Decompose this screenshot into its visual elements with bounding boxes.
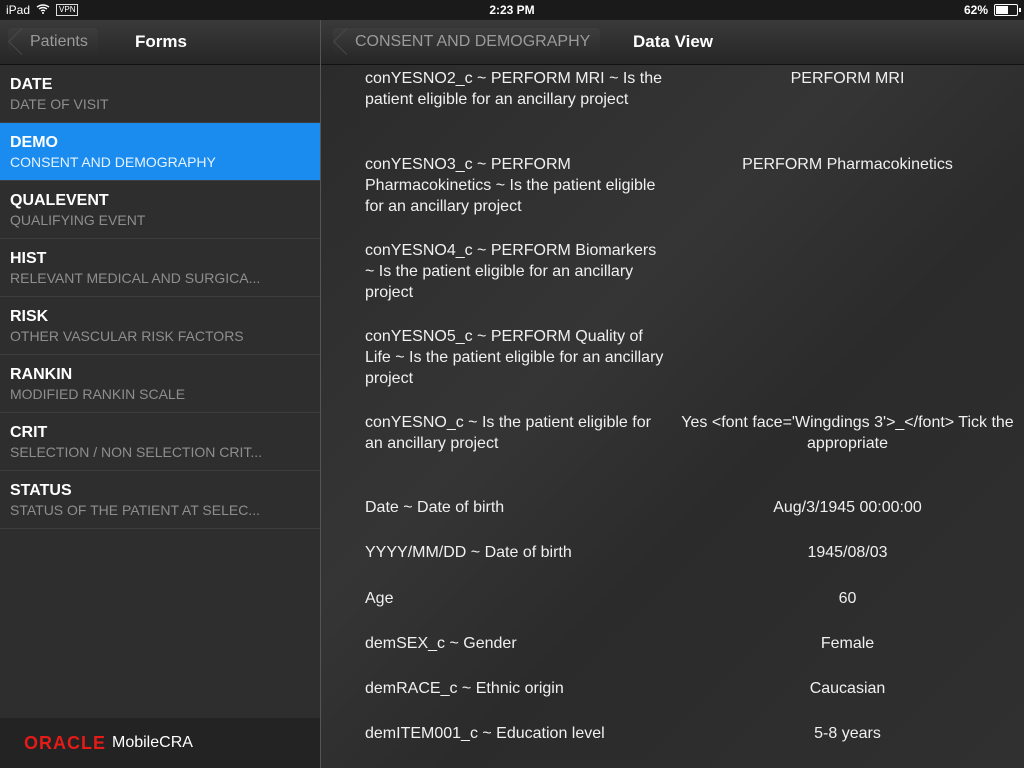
status-bar: iPad VPN 2:23 PM 62% xyxy=(0,0,1024,20)
data-view-pane: CONSENT AND DEMOGRAPHY Data View conYESN… xyxy=(321,20,1024,768)
forms-sidebar: Patients Forms DATE DATE OF VISIT DEMO C… xyxy=(0,20,321,768)
field-label: conYESNO2_c ~ PERFORM MRI ~ Is the patie… xyxy=(365,70,662,108)
form-item-date[interactable]: DATE DATE OF VISIT xyxy=(0,65,320,123)
form-item-status[interactable]: STATUS STATUS OF THE PATIENT AT SELEC... xyxy=(0,471,320,529)
field-label: demRACE_c ~ Ethnic origin xyxy=(365,680,564,697)
field-label: YYYY/MM/DD ~ Date of birth xyxy=(365,544,572,561)
field-label: conYESNO_c ~ Is the patient eligible for… xyxy=(365,414,651,452)
form-code: CRIT xyxy=(10,424,48,441)
field-value: PERFORM Pharmacokinetics xyxy=(742,156,953,173)
field-value: 60 xyxy=(838,590,857,607)
field-value: Female xyxy=(820,635,875,652)
form-item-risk[interactable]: RISK OTHER VASCULAR RISK FACTORS xyxy=(0,297,320,355)
form-item-demo[interactable]: DEMO CONSENT AND DEMOGRAPHY xyxy=(0,123,320,181)
form-description: DATE OF VISIT xyxy=(10,96,109,112)
form-description: OTHER VASCULAR RISK FACTORS xyxy=(10,328,244,344)
data-view-navbar: CONSENT AND DEMOGRAPHY Data View xyxy=(321,20,1024,65)
consent-back-button[interactable]: CONSENT AND DEMOGRAPHY xyxy=(333,28,601,56)
field-value: 5-8 years xyxy=(814,725,881,742)
form-description: RELEVANT MEDICAL AND SURGICA... xyxy=(10,270,261,286)
form-code: STATUS xyxy=(10,482,72,499)
form-description: STATUS OF THE PATIENT AT SELEC... xyxy=(10,502,260,518)
field-value: Aug/3/1945 00:00:00 xyxy=(773,499,922,516)
form-item-rankin[interactable]: RANKIN MODIFIED RANKIN SCALE xyxy=(0,355,320,413)
app-name: MobileCRA xyxy=(112,734,193,751)
form-code: DATE xyxy=(10,76,53,93)
form-code: DEMO xyxy=(10,134,58,151)
field-label: conYESNO3_c ~ PERFORM Pharmacokinetics ~… xyxy=(365,156,656,215)
patients-back-button[interactable]: Patients xyxy=(8,28,98,56)
forms-navbar: Patients Forms xyxy=(0,20,320,65)
data-view-title: Data View xyxy=(633,32,714,51)
form-description: SELECTION / NON SELECTION CRIT... xyxy=(10,444,263,460)
battery-icon xyxy=(994,4,1021,16)
app-footer: ORACLE MobileCRA xyxy=(0,718,320,768)
form-code: RISK xyxy=(10,308,49,325)
field-label: conYESNO4_c ~ PERFORM Biomarkers ~ Is th… xyxy=(365,242,657,301)
form-description: CONSENT AND DEMOGRAPHY xyxy=(10,154,216,170)
forms-list: DATE DATE OF VISIT DEMO CONSENT AND DEMO… xyxy=(0,65,320,529)
form-description: QUALIFYING EVENT xyxy=(10,212,146,228)
form-item-crit[interactable]: CRIT SELECTION / NON SELECTION CRIT... xyxy=(0,413,320,471)
battery-percent: 62% xyxy=(963,3,988,17)
field-label: demSEX_c ~ Gender xyxy=(365,635,517,652)
field-label: demITEM001_c ~ Education level xyxy=(365,725,605,742)
field-label: conYESNO5_c ~ PERFORM Quality of Life ~ … xyxy=(365,328,664,387)
form-description: MODIFIED RANKIN SCALE xyxy=(10,386,186,402)
form-code: HIST xyxy=(10,250,47,267)
oracle-logo: ORACLE xyxy=(24,732,106,753)
field-value: 1945/08/03 xyxy=(807,544,888,561)
field-label: Age xyxy=(365,590,394,607)
form-item-hist[interactable]: HIST RELEVANT MEDICAL AND SURGICA... xyxy=(0,239,320,297)
field-value: Yes <font face='Wingdings 3'>_</font> Ti… xyxy=(681,414,1014,452)
form-item-qualevent[interactable]: QUALEVENT QUALIFYING EVENT xyxy=(0,181,320,239)
form-code: QUALEVENT xyxy=(10,192,109,209)
field-value: Caucasian xyxy=(809,680,886,697)
forms-title: Forms xyxy=(135,32,187,51)
field-label: Date ~ Date of birth xyxy=(365,499,505,516)
form-code: RANKIN xyxy=(10,366,73,383)
field-value: PERFORM MRI xyxy=(790,70,905,87)
clock: 2:23 PM xyxy=(489,3,535,17)
